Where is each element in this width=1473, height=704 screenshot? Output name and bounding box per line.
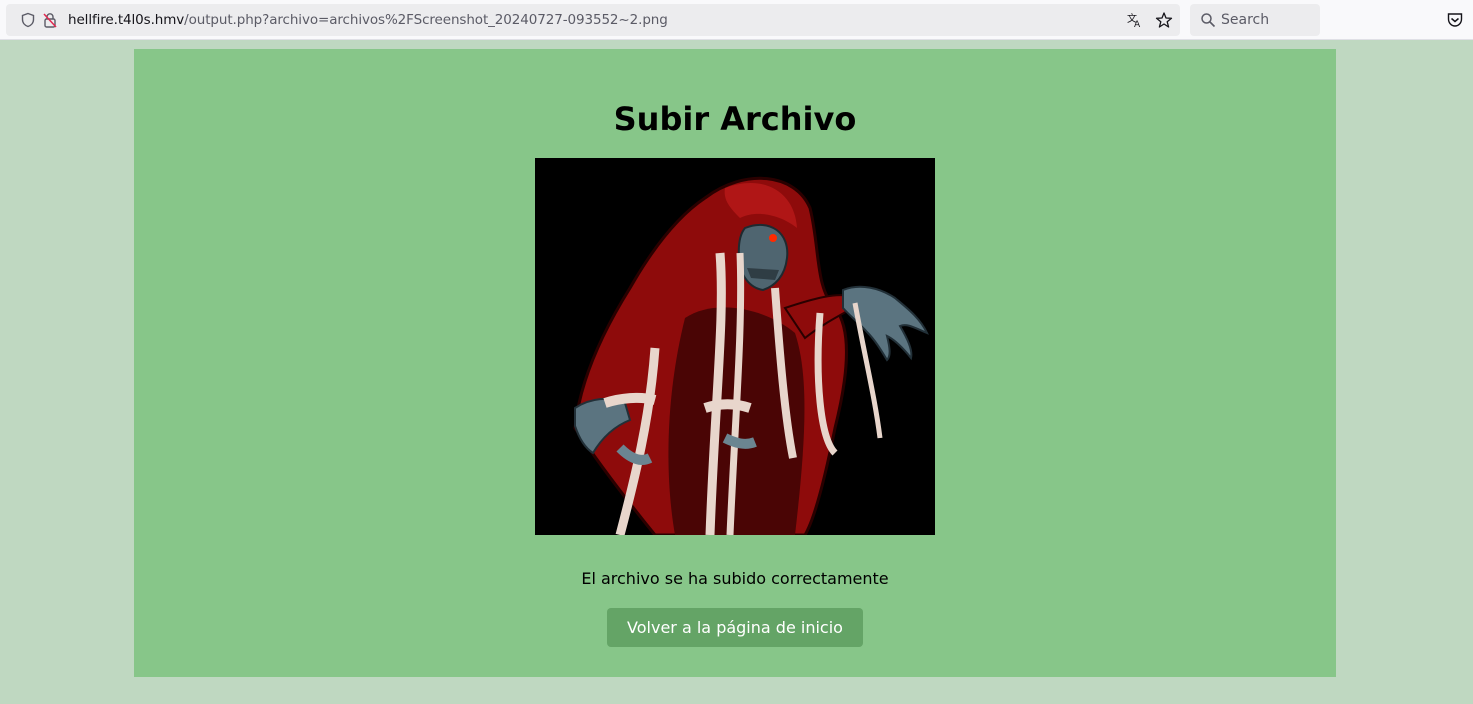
address-bar[interactable]: hellfire.t4l0s.hmv/output.php?archivo=ar… [6,4,1180,36]
url-host: hellfire.t4l0s.hmv [68,12,185,28]
svg-text:A: A [1134,20,1141,29]
search-placeholder: Search [1221,12,1270,28]
search-box[interactable]: Search [1190,4,1320,36]
search-icon [1201,13,1216,28]
bookmark-star-icon[interactable] [1155,11,1173,29]
pocket-icon[interactable] [1446,11,1464,29]
translate-icon[interactable]: 文 A [1126,11,1144,29]
url-path: /output.php?archivo=archivos%2FScreensho… [184,12,668,28]
insecure-lock-icon[interactable] [42,12,58,28]
page-title: Subir Archivo [613,100,857,138]
upload-result-panel: Subir Archivo El archivo se ha subido co… [134,49,1336,677]
uploaded-image [535,158,935,535]
hooded-reaper-illustration [535,158,935,535]
back-to-home-button[interactable]: Volver a la página de inicio [607,608,863,647]
url-text[interactable]: hellfire.t4l0s.hmv/output.php?archivo=ar… [68,12,668,28]
upload-success-message: El archivo se ha subido correctamente [581,569,889,588]
shield-icon[interactable] [20,12,36,28]
browser-toolbar: hellfire.t4l0s.hmv/output.php?archivo=ar… [0,0,1473,40]
